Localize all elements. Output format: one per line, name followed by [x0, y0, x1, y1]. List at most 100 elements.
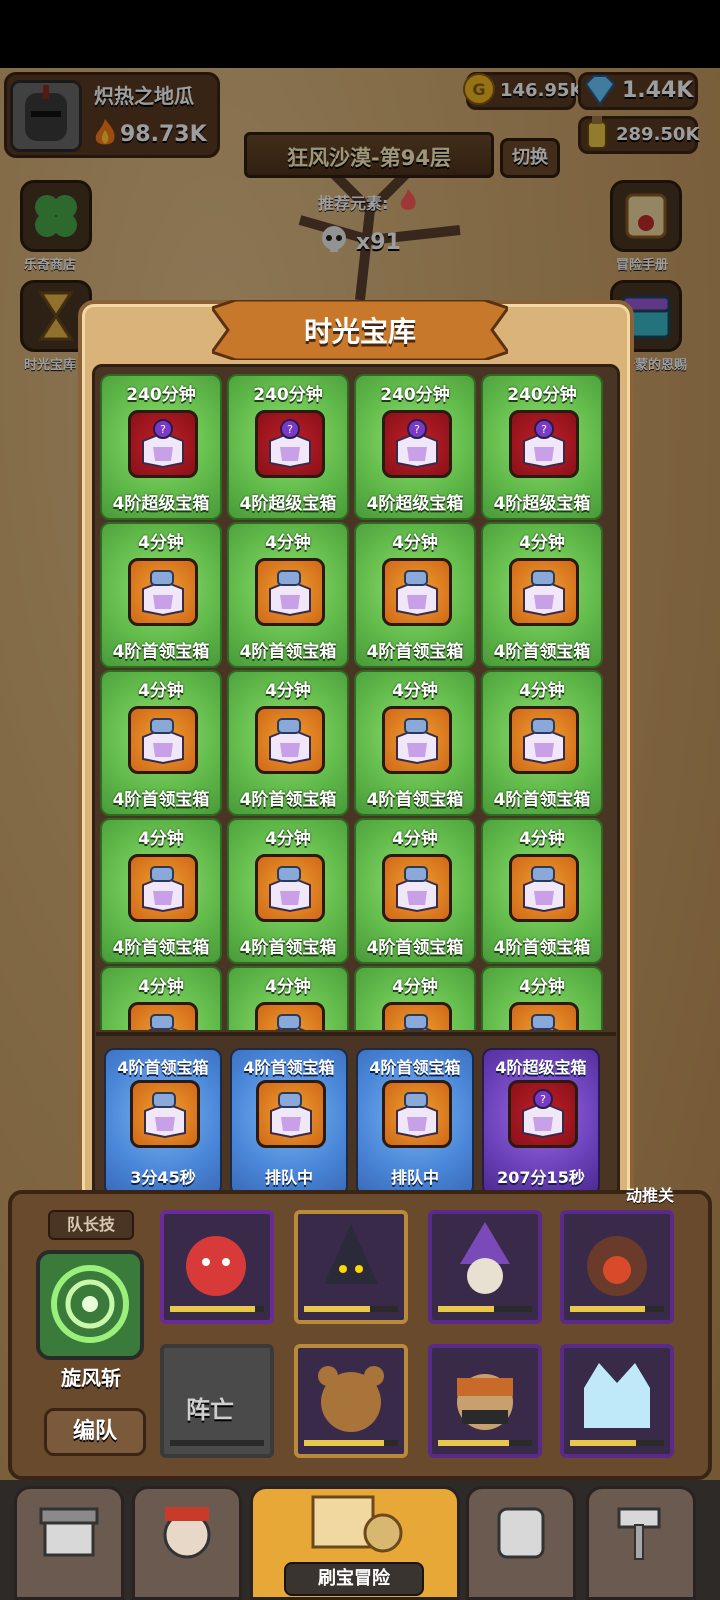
boss-chest-icon	[396, 1092, 438, 1139]
boss-chest-icon	[144, 1092, 186, 1139]
chest-frame	[128, 706, 198, 774]
chest-card[interactable]: 4分钟 4阶首领宝箱	[100, 818, 222, 964]
chest-card[interactable]: 4分钟	[481, 966, 603, 1030]
boss-chest-icon	[269, 718, 311, 765]
chest-card[interactable]: 4分钟 4阶首领宝箱	[354, 670, 476, 816]
chest-card[interactable]: 240分钟? 4阶超级宝箱	[354, 374, 476, 520]
chest-card[interactable]: 4分钟 4阶首领宝箱	[354, 522, 476, 668]
chest-duration: 4分钟	[519, 681, 565, 701]
hero-slot-2[interactable]	[294, 1210, 408, 1324]
chest-name: 4阶首领宝箱	[112, 790, 210, 810]
backpack-icon	[497, 1507, 545, 1559]
chest-duration: 4分钟	[392, 977, 438, 997]
svg-text:?: ?	[287, 423, 293, 436]
chest-card[interactable]: 4分钟 4阶首领宝箱	[481, 522, 603, 668]
queue-status: 3分45秒	[130, 1168, 196, 1187]
chest-card[interactable]: 4分钟	[227, 966, 349, 1030]
chest-name: 4阶首领宝箱	[493, 938, 591, 958]
chest-name: 4阶首领宝箱	[366, 938, 464, 958]
chest-name: 4阶超级宝箱	[112, 494, 210, 514]
boss-chest-icon	[528, 1014, 560, 1030]
queue-slot[interactable]: 4阶首领宝箱 3分45秒	[104, 1048, 222, 1196]
ice-king-hero-icon	[584, 1363, 650, 1428]
wizard-hero-icon	[460, 1222, 510, 1294]
queue-slot[interactable]: 4阶首领宝箱 排队中	[356, 1048, 474, 1196]
shop-icon	[39, 1507, 99, 1557]
formation-button[interactable]: 编队	[44, 1408, 146, 1456]
queue-status: 207分15秒	[497, 1168, 585, 1187]
chest-frame	[509, 706, 579, 774]
chest-duration: 4分钟	[519, 533, 565, 553]
queue-status: 排队中	[264, 1168, 313, 1187]
chest-card[interactable]: 240分钟? 4阶超级宝箱	[100, 374, 222, 520]
chest-frame	[382, 558, 452, 626]
queue-chest-name: 4阶首领宝箱	[117, 1058, 209, 1077]
hero-portrait-icon	[163, 1507, 211, 1559]
chest-grid[interactable]: 240分钟? 4阶超级宝箱 240分钟? 4阶超级宝箱 240分钟? 4阶超级宝箱 240分…	[98, 372, 614, 1030]
captain-skill-slot[interactable]	[36, 1250, 144, 1360]
chest-name: 4阶首领宝箱	[493, 790, 591, 810]
chest-duration: 4分钟	[265, 829, 311, 849]
nav-inventory-button[interactable]	[466, 1486, 576, 1600]
chest-frame: ?	[508, 1080, 578, 1148]
chest-duration: 4分钟	[519, 977, 565, 997]
chest-card[interactable]: 4分钟 4阶首领宝箱	[227, 670, 349, 816]
chest-card[interactable]: 240分钟? 4阶超级宝箱	[481, 374, 603, 520]
boss-chest-icon	[270, 1092, 312, 1139]
queue-divider	[96, 1032, 616, 1036]
captain-skill-tab[interactable]: 队长技	[48, 1210, 134, 1240]
hammer-icon	[617, 1507, 661, 1560]
status-bar-area	[0, 0, 720, 68]
super-chest-icon: ?	[396, 419, 438, 469]
svg-text:?: ?	[541, 423, 547, 436]
chest-card[interactable]: 4分钟 4阶首领宝箱	[227, 818, 349, 964]
chest-card[interactable]: 4分钟 4阶首领宝箱	[354, 818, 476, 964]
queue-slot[interactable]: 4阶首领宝箱 排队中	[230, 1048, 348, 1196]
chest-duration: 4分钟	[265, 977, 311, 997]
chest-frame	[382, 854, 452, 922]
hero-slot-6[interactable]	[294, 1344, 408, 1458]
nav-heroes-button[interactable]	[132, 1486, 242, 1600]
chest-duration: 4分钟	[519, 829, 565, 849]
super-chest-icon: ?	[142, 419, 184, 469]
chest-frame	[509, 854, 579, 922]
svg-text:?: ?	[540, 1093, 546, 1106]
chest-card[interactable]: 4分钟 4阶首领宝箱	[227, 522, 349, 668]
chest-frame	[256, 1080, 326, 1148]
chest-frame	[130, 1080, 200, 1148]
chest-duration: 240分钟	[380, 385, 450, 405]
chest-card[interactable]: 4分钟	[100, 966, 222, 1030]
boss-chest-icon	[396, 866, 438, 913]
chest-card[interactable]: 4分钟 4阶首领宝箱	[481, 670, 603, 816]
boss-chest-icon	[142, 718, 184, 765]
chest-frame	[382, 1080, 452, 1148]
chest-duration: 4分钟	[392, 829, 438, 849]
chest-name: 4阶首领宝箱	[112, 938, 210, 958]
dead-label: 阵亡	[186, 1396, 234, 1424]
boss-chest-icon	[523, 570, 565, 617]
nav-shop-button[interactable]	[14, 1486, 124, 1600]
chest-duration: 4分钟	[392, 681, 438, 701]
chest-card[interactable]: 4分钟 4阶首领宝箱	[100, 522, 222, 668]
hero-slot-1[interactable]	[160, 1210, 274, 1324]
nav-forge-button[interactable]	[586, 1486, 696, 1600]
chest-frame	[255, 854, 325, 922]
chest-card[interactable]: 4分钟 4阶首领宝箱	[100, 670, 222, 816]
boss-chest-icon	[396, 718, 438, 765]
compass-map-icon	[311, 1495, 403, 1553]
boss-chest-icon	[523, 718, 565, 765]
hero-slot-3[interactable]	[428, 1210, 542, 1324]
chest-frame: ?	[509, 410, 579, 478]
hero-slot-7[interactable]	[428, 1344, 542, 1458]
bear-hero-icon	[318, 1366, 384, 1432]
chest-duration: 240分钟	[507, 385, 577, 405]
svg-text:?: ?	[414, 423, 420, 436]
queue-slot[interactable]: 4阶超级宝箱? 207分15秒	[482, 1048, 600, 1196]
chest-card[interactable]: 240分钟? 4阶超级宝箱	[227, 374, 349, 520]
chest-card[interactable]: 4分钟	[354, 966, 476, 1030]
chest-name: 4阶首领宝箱	[112, 642, 210, 662]
hero-slot-8[interactable]	[560, 1344, 674, 1458]
hero-slot-4[interactable]	[560, 1210, 674, 1324]
chest-card[interactable]: 4分钟 4阶首领宝箱	[481, 818, 603, 964]
chest-name: 4阶首领宝箱	[239, 790, 337, 810]
